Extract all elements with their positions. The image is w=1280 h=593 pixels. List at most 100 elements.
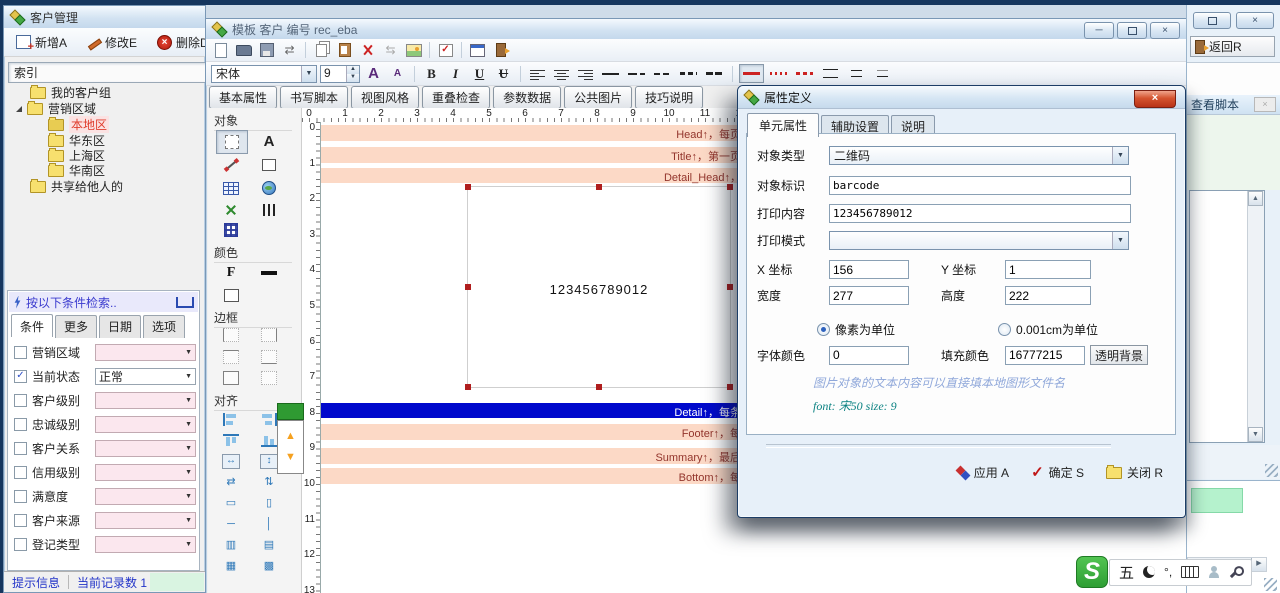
center-horizontal-tool[interactable]: ↔	[216, 450, 246, 472]
ime-mode[interactable]: 五	[1119, 562, 1134, 583]
font-family-select[interactable]: 宋体 ▼	[211, 65, 317, 83]
verify-button[interactable]: ✓	[435, 41, 456, 60]
line-tool[interactable]	[216, 154, 246, 176]
highlighted-cell[interactable]	[1191, 488, 1243, 513]
dropdown[interactable]: ▼	[95, 416, 196, 433]
tab-cell-props[interactable]: 单元属性	[747, 113, 819, 137]
tree-item-east-china[interactable]: 华东区	[48, 133, 105, 148]
tab-script[interactable]: 书写脚本	[280, 86, 348, 109]
border-bottom-tool[interactable]	[254, 346, 284, 368]
align-lefts-tool[interactable]	[216, 408, 246, 430]
settings-wrench-icon[interactable]	[1230, 566, 1241, 577]
return-button[interactable]: 返回R	[1190, 36, 1275, 57]
underline-button[interactable]: U	[469, 64, 490, 83]
resize-handle[interactable]	[727, 284, 733, 290]
panel-button[interactable]	[467, 41, 488, 60]
tab-basic-props[interactable]: 基本属性	[209, 86, 277, 109]
space-horizontal-tool[interactable]: ▭	[216, 492, 246, 514]
close-icon[interactable]: ×	[1254, 97, 1276, 112]
line-thick-button[interactable]	[703, 65, 726, 82]
print-mode-select[interactable]: ▼	[829, 231, 1129, 250]
y-field[interactable]	[1005, 260, 1091, 279]
halfwidth-moon-icon[interactable]	[1143, 566, 1155, 578]
open-button[interactable]	[233, 41, 254, 60]
tree-item-south-china[interactable]: 华南区	[48, 163, 105, 178]
tab-shared-images[interactable]: 公共图片	[564, 86, 632, 109]
move-up-icon[interactable]: ▲	[285, 431, 296, 442]
close-dialog-button[interactable]: 关闭 R	[1106, 464, 1163, 481]
font-size-stepper[interactable]: 9 ▲▼	[320, 65, 360, 83]
checkbox[interactable]	[14, 490, 27, 503]
vline-tool[interactable]: │	[254, 513, 284, 535]
dialog-close-button[interactable]: ×	[1134, 90, 1176, 108]
spinner-icons[interactable]: ▲▼	[346, 66, 359, 82]
transparent-bg-button[interactable]: 透明背景	[1090, 345, 1148, 365]
hline-tool[interactable]: ─	[216, 513, 246, 535]
add-button[interactable]: 新增A	[9, 32, 74, 53]
tab-overlap-check[interactable]: 重叠检查	[422, 86, 490, 109]
select-tool[interactable]	[216, 130, 248, 154]
line-color-tool[interactable]	[254, 262, 284, 284]
double-line-button[interactable]	[819, 65, 842, 82]
image-tool[interactable]	[254, 177, 284, 199]
exit-button[interactable]	[490, 41, 511, 60]
picture-button[interactable]	[403, 41, 424, 60]
exchange-button[interactable]: ⇆	[380, 41, 401, 60]
tab-options[interactable]: 选项	[143, 315, 185, 338]
grid-cols-tool[interactable]: ▤	[254, 534, 284, 556]
table-tool[interactable]	[216, 177, 246, 199]
keyboard-icon[interactable]	[1181, 566, 1199, 578]
italic-button[interactable]: I	[445, 64, 466, 83]
scroll-down-icon[interactable]: ▼	[1248, 427, 1263, 442]
resize-handle[interactable]	[727, 384, 733, 390]
barcode-object-selection[interactable]: 123456789012	[467, 186, 731, 388]
align-center-button[interactable]	[551, 64, 572, 83]
checkbox[interactable]	[14, 418, 27, 431]
move-down-icon[interactable]: ▼	[285, 452, 296, 463]
special-tool[interactable]	[216, 199, 246, 221]
x-field[interactable]	[829, 260, 909, 279]
tree-item-shared[interactable]: 共享给他人的	[30, 179, 123, 194]
fill-color-field[interactable]	[1005, 346, 1085, 365]
resize-handle[interactable]	[465, 184, 471, 190]
expand-icon[interactable]	[16, 106, 22, 112]
modify-button[interactable]: 修改E	[80, 32, 144, 53]
resize-handle[interactable]	[596, 184, 602, 190]
border-none-tool[interactable]	[254, 367, 284, 389]
border-top-tool[interactable]	[216, 346, 246, 368]
line-solid-button[interactable]	[599, 65, 622, 82]
dialog-titlebar[interactable]: 属性定义 ×	[738, 86, 1185, 109]
punctuation-icon[interactable]: °,	[1164, 565, 1172, 579]
font-color-field[interactable]	[829, 346, 909, 365]
line-dash-button[interactable]	[625, 65, 648, 82]
dropdown[interactable]: ▼	[95, 536, 196, 553]
dropdown[interactable]: 正常▼	[95, 368, 196, 385]
tree-item-my-customers[interactable]: 我的客户组	[30, 85, 111, 100]
grid-dense-tool[interactable]: ▩	[254, 555, 284, 577]
tree-item-local-region[interactable]: 本地区	[48, 117, 109, 132]
grid-rows-tool[interactable]: ▥	[216, 534, 246, 556]
baseline-button[interactable]	[871, 65, 894, 82]
tab-condition[interactable]: 条件	[11, 314, 53, 337]
double-line-small-button[interactable]	[845, 65, 868, 82]
unit-pixels-radio[interactable]	[817, 323, 830, 336]
cut-button[interactable]	[357, 41, 378, 60]
resize-handle[interactable]	[465, 384, 471, 390]
same-width-tool[interactable]: ⇄	[216, 471, 246, 493]
rectangle-tool[interactable]	[254, 154, 284, 176]
copy-button[interactable]	[311, 41, 332, 60]
dropdown[interactable]: ▼	[95, 344, 196, 361]
strikethrough-button[interactable]: U	[493, 64, 514, 83]
checkbox[interactable]	[14, 466, 27, 479]
qrcode-tool[interactable]	[216, 219, 246, 241]
height-field[interactable]	[1005, 286, 1091, 305]
tab-more[interactable]: 更多	[55, 315, 97, 338]
width-field[interactable]	[829, 286, 909, 305]
barcode-tool[interactable]	[254, 199, 284, 221]
resize-handle[interactable]	[727, 184, 733, 190]
dropdown[interactable]: ▼	[95, 392, 196, 409]
same-height-tool[interactable]: ⇅	[254, 471, 284, 493]
print-content-field[interactable]	[829, 204, 1131, 223]
collapse-icon[interactable]	[176, 297, 194, 308]
tree-item-marketing-region[interactable]: 营销区域	[16, 101, 96, 116]
